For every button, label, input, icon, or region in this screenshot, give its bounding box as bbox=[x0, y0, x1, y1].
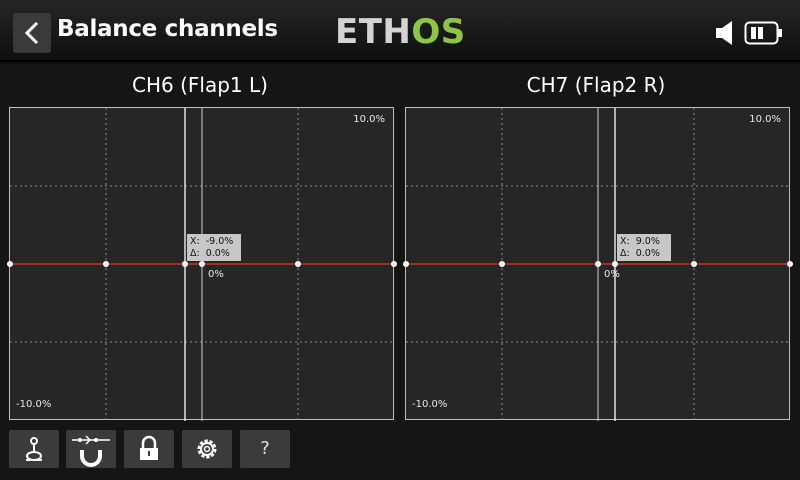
info-delta-value: Δ: 0.0% bbox=[620, 248, 660, 259]
chevron-left-icon bbox=[24, 21, 39, 45]
info-x-value: X: -9.0% bbox=[190, 236, 234, 247]
center-label: 0% bbox=[604, 269, 620, 280]
info-x-value: X: 9.0% bbox=[620, 236, 660, 247]
curve-graph-left[interactable]: 10.0% -10.0% 0% X: -9.0% Δ: 0.0% bbox=[7, 107, 397, 421]
y-min-label: -10.0% bbox=[16, 399, 52, 410]
y-min-label: -10.0% bbox=[412, 399, 448, 410]
logo-text-1: ETH bbox=[335, 12, 412, 52]
top-bar: Balance channels ETHOS bbox=[0, 0, 800, 64]
info-delta-value: Δ: 0.0% bbox=[190, 248, 230, 259]
battery-icon[interactable] bbox=[744, 20, 784, 46]
point-info-box: X: -9.0% Δ: 0.0% bbox=[187, 234, 241, 261]
help-button[interactable]: ? bbox=[240, 430, 290, 468]
lock-button[interactable] bbox=[124, 430, 174, 468]
header-separator bbox=[0, 60, 800, 62]
y-max-label: 10.0% bbox=[353, 114, 385, 125]
gear-icon bbox=[197, 439, 217, 459]
curve-graph-canvas bbox=[7, 108, 397, 421]
logo-text-2: OS bbox=[411, 12, 466, 52]
y-max-label: 10.0% bbox=[749, 114, 781, 125]
stick-icon bbox=[26, 437, 42, 461]
page-title: Balance channels bbox=[57, 16, 278, 42]
back-button[interactable] bbox=[13, 13, 51, 53]
channel-title-right: CH7 (Flap2 R) bbox=[526, 73, 666, 97]
channel-title-left: CH6 (Flap1 L) bbox=[132, 73, 268, 97]
ethos-logo: ETHOS bbox=[335, 12, 466, 52]
help-icon: ? bbox=[260, 438, 270, 459]
curve-graph-right[interactable]: 10.0% -10.0% 0% X: 9.0% Δ: 0.0% bbox=[403, 107, 793, 421]
settings-button[interactable] bbox=[182, 430, 232, 468]
magnet-button[interactable] bbox=[66, 430, 116, 468]
stick-button[interactable] bbox=[9, 430, 59, 468]
center-label: 0% bbox=[208, 269, 224, 280]
magnet-icon bbox=[72, 435, 110, 467]
point-info-box: X: 9.0% Δ: 0.0% bbox=[617, 234, 671, 261]
speaker-icon[interactable] bbox=[714, 20, 738, 46]
curve-graph-canvas bbox=[403, 108, 793, 421]
lock-icon bbox=[140, 435, 158, 460]
